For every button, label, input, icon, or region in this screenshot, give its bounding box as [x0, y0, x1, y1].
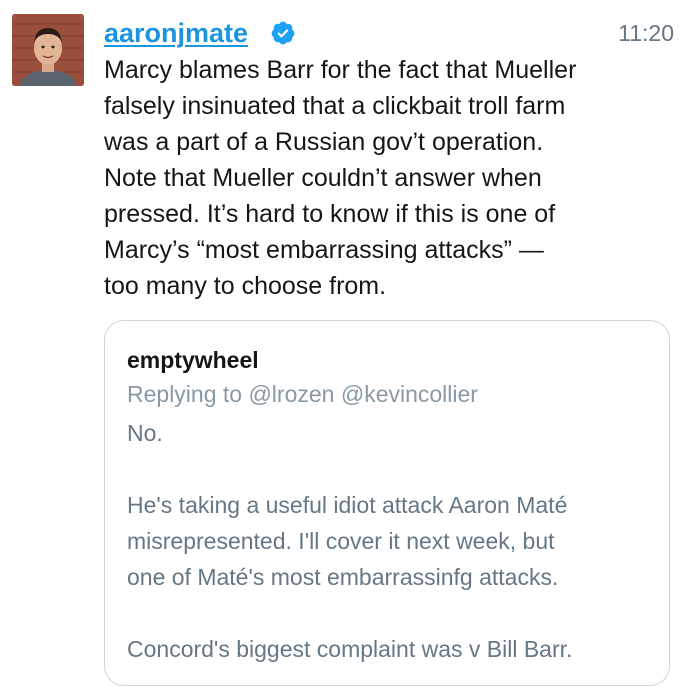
avatar[interactable] — [12, 14, 84, 86]
tweet-header: aaronjmate 11:20 — [104, 16, 674, 50]
tweet-timestamp[interactable]: 11:20 — [618, 16, 674, 50]
quoted-reply-line: Replying to @lrozen @kevincollier — [127, 381, 478, 407]
quoted-tweet[interactable]: emptywheel Replying to @lrozen @kevincol… — [104, 320, 670, 686]
tweet: aaronjmate 11:20 Marcy blames Barr for t… — [0, 0, 692, 696]
tweet-text: Marcy blames Barr for the fact that Muel… — [104, 56, 577, 300]
quoted-text: No. He's taking a useful idiot attack Aa… — [127, 420, 573, 662]
username-link[interactable]: aaronjmate — [104, 16, 248, 50]
quoted-author[interactable]: emptywheel — [127, 347, 259, 374]
user-avatar-icon — [12, 14, 84, 86]
verified-badge-icon — [270, 20, 296, 46]
